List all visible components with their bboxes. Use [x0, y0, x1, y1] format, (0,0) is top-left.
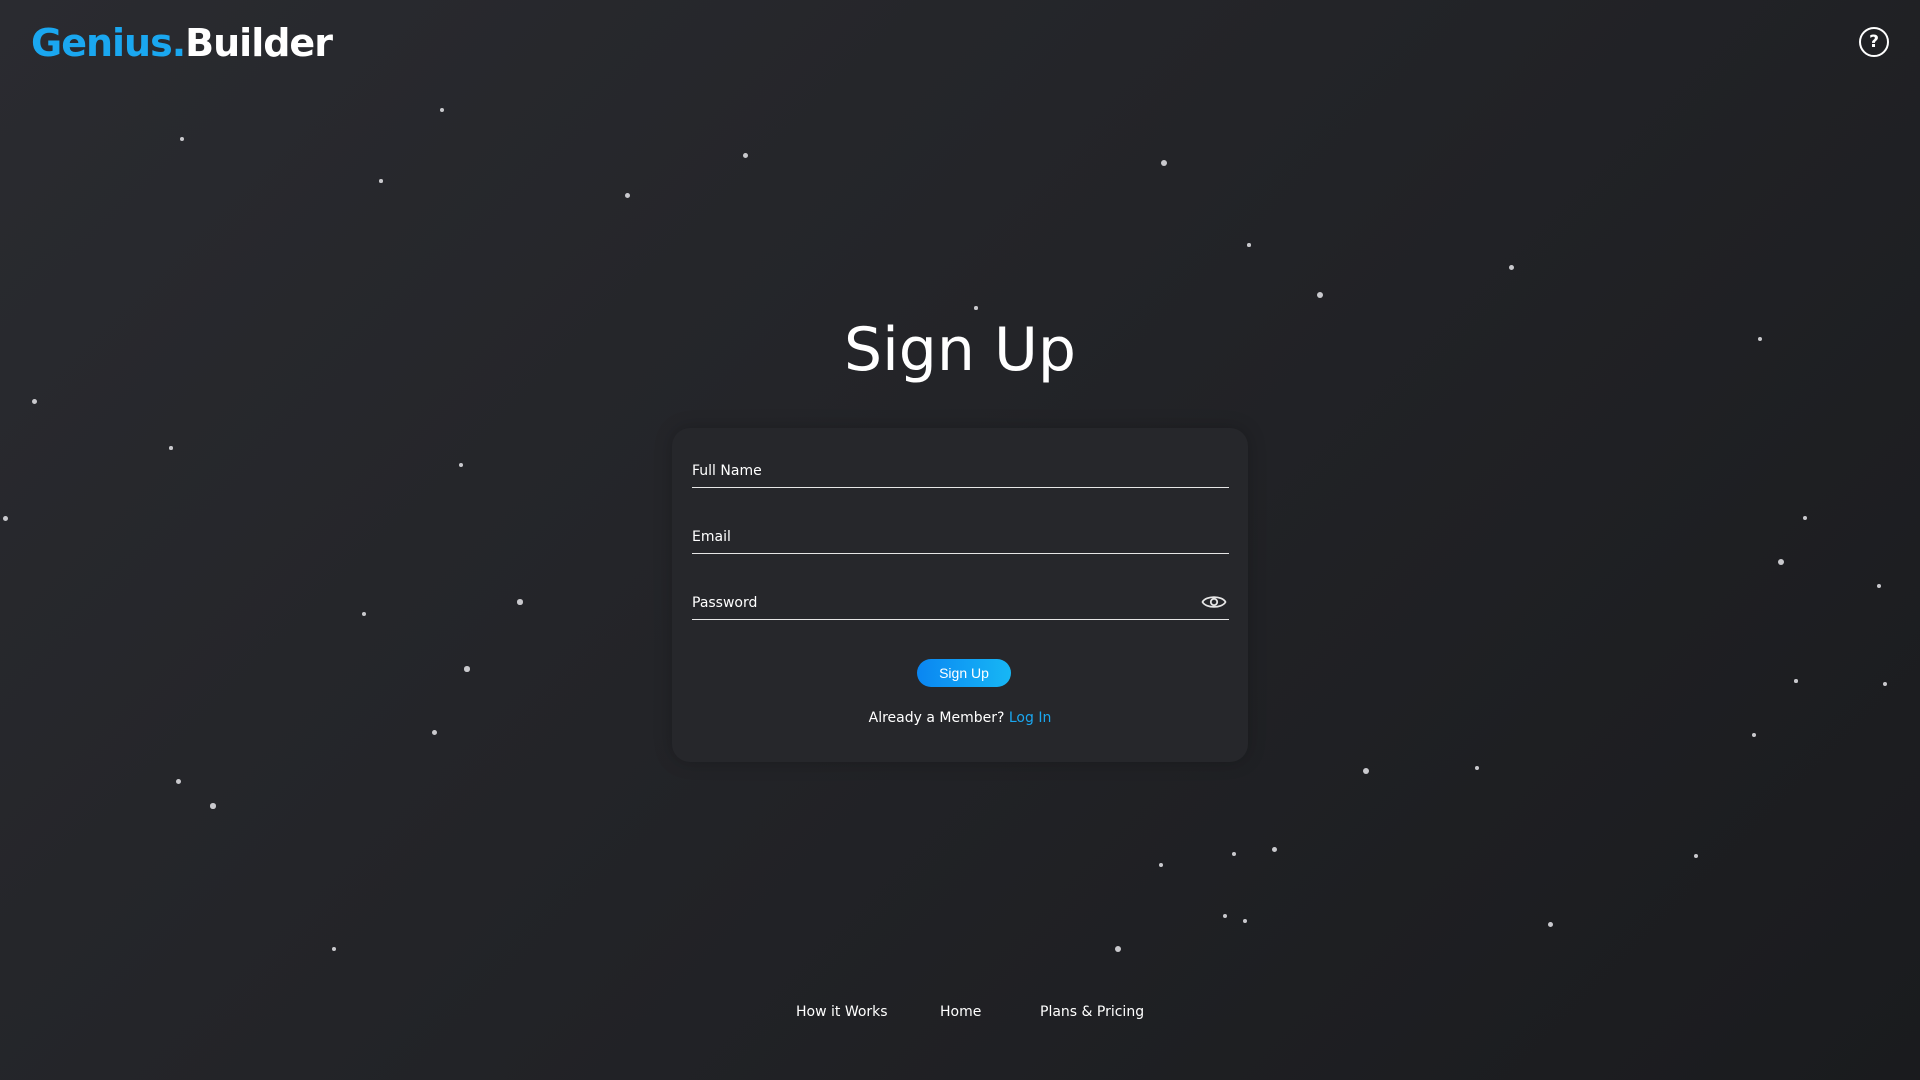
- star-dot: [175, 778, 181, 784]
- star-dot: [379, 179, 383, 183]
- star-dot: [169, 446, 173, 450]
- star-dot: [2, 515, 8, 521]
- star-dot: [1508, 264, 1514, 270]
- star-dot: [1243, 919, 1247, 923]
- star-dot: [1752, 733, 1756, 737]
- star-dot: [1362, 767, 1370, 775]
- member-prompt-line: Already a Member? Log In: [672, 710, 1248, 726]
- full-name-field: [692, 454, 1229, 488]
- star-dot: [1271, 846, 1277, 852]
- full-name-input[interactable]: [692, 454, 1229, 487]
- sign-up-button[interactable]: Sign Up: [917, 659, 1011, 687]
- help-circle-icon: ?: [1869, 31, 1879, 52]
- star-dot: [1794, 679, 1798, 683]
- star-dot: [464, 666, 470, 672]
- star-dot: [362, 612, 366, 616]
- star-dot: [1475, 766, 1479, 770]
- star-dot: [1161, 160, 1167, 166]
- star-dot: [180, 137, 184, 141]
- footer-nav: How it Works Home Plans & Pricing: [0, 1004, 1920, 1024]
- star-dot: [440, 108, 444, 112]
- star-dot: [1694, 854, 1698, 858]
- log-in-link[interactable]: Log In: [1009, 710, 1051, 726]
- email-field: [692, 520, 1229, 554]
- star-dot: [1231, 851, 1237, 857]
- star-dot: [1882, 681, 1888, 687]
- password-input[interactable]: [692, 586, 1229, 619]
- star-dot: [517, 599, 523, 605]
- star-dot: [742, 152, 748, 158]
- star-dot: [210, 803, 216, 809]
- star-dot: [31, 398, 37, 404]
- footer-link-plans-pricing[interactable]: Plans & Pricing: [1040, 1004, 1144, 1020]
- footer-link-home[interactable]: Home: [940, 1004, 981, 1020]
- star-dot: [1803, 516, 1807, 520]
- brand-logo-accent: Genius.: [31, 21, 186, 65]
- password-field: [692, 586, 1229, 620]
- star-dot: [1158, 862, 1164, 868]
- star-dot: [1247, 243, 1251, 247]
- help-button[interactable]: ?: [1859, 27, 1889, 57]
- star-dot: [1114, 945, 1122, 953]
- star-dot: [332, 947, 336, 951]
- star-dot: [1316, 291, 1324, 299]
- page-title: Sign Up: [844, 315, 1076, 385]
- star-dot: [1547, 921, 1553, 927]
- star-dot: [624, 192, 630, 198]
- signup-card: Sign Up Already a Member? Log In: [672, 428, 1248, 762]
- eye-icon[interactable]: [1201, 593, 1227, 611]
- star-dot: [1876, 583, 1882, 589]
- email-input[interactable]: [692, 520, 1229, 553]
- brand-logo-rest: Builder: [185, 21, 333, 65]
- star-dot: [431, 729, 437, 735]
- brand-logo[interactable]: Genius.Builder: [31, 20, 333, 66]
- star-dot: [1223, 914, 1227, 918]
- member-prompt-text: Already a Member?: [868, 710, 1005, 726]
- star-dot: [459, 463, 463, 467]
- footer-link-how-it-works[interactable]: How it Works: [796, 1004, 888, 1020]
- star-dot: [1777, 558, 1785, 566]
